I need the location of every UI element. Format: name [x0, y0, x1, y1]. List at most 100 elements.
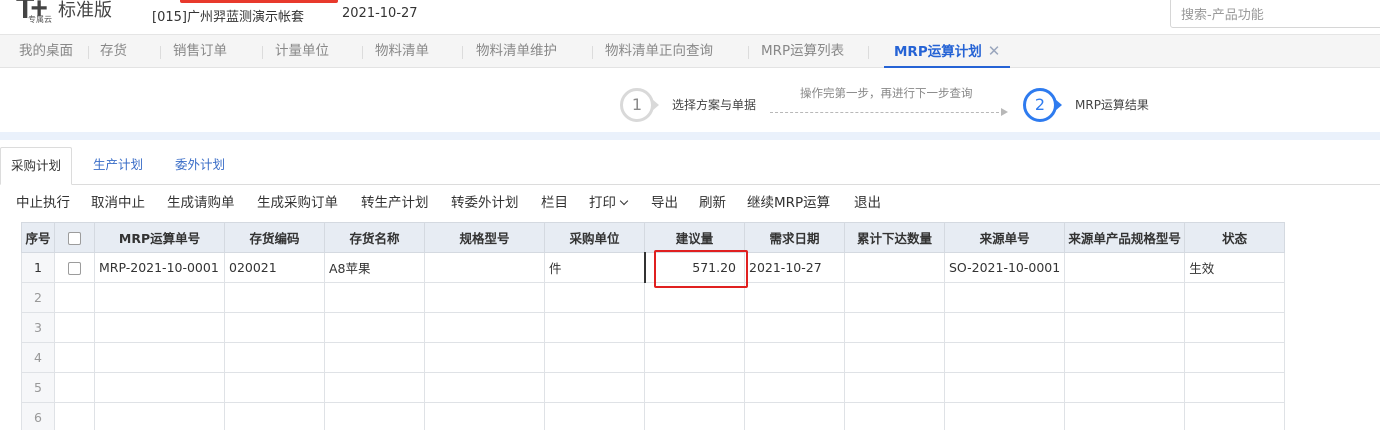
empty-cell[interactable] [424, 342, 545, 373]
empty-cell[interactable] [324, 282, 425, 313]
empty-cell[interactable] [544, 372, 645, 403]
tab-bom-maintenance[interactable]: 物料清单维护 [476, 35, 557, 68]
empty-cell[interactable] [424, 402, 545, 430]
empty-cell[interactable] [224, 402, 325, 430]
empty-cell[interactable] [54, 342, 95, 373]
to-outsourcing-plan-button[interactable]: 转委外计划 [451, 191, 519, 211]
tab-inventory[interactable]: 存货 [100, 35, 127, 68]
empty-cell[interactable] [544, 282, 645, 313]
empty-cell[interactable] [224, 312, 325, 343]
empty-cell[interactable] [324, 312, 425, 343]
row-checkbox[interactable] [68, 262, 81, 275]
col-header-source-no[interactable]: 来源单号 [943, 222, 1066, 253]
col-header-source-spec[interactable]: 来源单产品规格型号 [1064, 222, 1186, 253]
empty-cell[interactable] [943, 372, 1066, 403]
table-row[interactable]: 5 [21, 372, 1286, 403]
empty-cell[interactable] [844, 282, 945, 313]
empty-cell[interactable] [744, 282, 845, 313]
col-header-demand-date[interactable]: 需求日期 [744, 222, 845, 253]
empty-cell[interactable] [844, 402, 945, 430]
empty-cell[interactable] [1184, 342, 1286, 373]
account-set-name[interactable]: [015]广州羿蓝测演示帐套 [152, 6, 304, 25]
empty-cell[interactable] [424, 282, 545, 313]
col-header-unit[interactable]: 采购单位 [544, 222, 645, 253]
empty-cell[interactable] [94, 312, 225, 343]
print-button[interactable]: 打印 [589, 191, 629, 211]
cell-demand-date[interactable]: 2021-10-27 [744, 252, 845, 283]
empty-cell[interactable] [644, 282, 745, 313]
empty-cell[interactable] [94, 372, 225, 403]
empty-cell[interactable] [744, 402, 845, 430]
empty-cell[interactable] [94, 282, 225, 313]
col-header-status[interactable]: 状态 [1184, 222, 1286, 253]
table-row[interactable]: 1 MRP-2021-10-0001 020021 A8苹果 件 571.20 … [21, 252, 1286, 283]
cell-issued-qty[interactable] [844, 252, 945, 283]
cell-suggested-qty[interactable]: 571.20 [643, 252, 745, 283]
col-header-issued-qty[interactable]: 累计下达数量 [844, 222, 945, 253]
exit-button[interactable]: 退出 [854, 191, 881, 211]
empty-cell[interactable] [1184, 312, 1286, 343]
empty-cell[interactable] [844, 342, 945, 373]
cell-source-spec[interactable] [1064, 252, 1186, 283]
empty-cell[interactable] [1064, 402, 1186, 430]
empty-cell[interactable] [224, 282, 325, 313]
empty-cell[interactable] [1184, 282, 1286, 313]
empty-cell[interactable] [54, 282, 95, 313]
empty-cell[interactable] [94, 342, 225, 373]
col-header-inv-name[interactable]: 存货名称 [324, 222, 425, 253]
empty-cell[interactable] [943, 312, 1066, 343]
empty-cell[interactable] [1184, 372, 1286, 403]
refresh-button[interactable]: 刷新 [699, 191, 726, 211]
empty-cell[interactable] [1064, 312, 1186, 343]
cell-inv-code[interactable]: 020021 [224, 252, 325, 283]
tab-production-plan[interactable]: 生产计划 [83, 147, 153, 185]
empty-cell[interactable] [324, 342, 425, 373]
cell-unit[interactable]: 件 [544, 252, 645, 283]
tab-unit-of-measure[interactable]: 计量单位 [275, 35, 329, 68]
tab-my-desktop[interactable]: 我的桌面 [19, 35, 73, 68]
empty-cell[interactable] [943, 402, 1066, 430]
col-header-suggested-qty[interactable]: 建议量 [644, 222, 745, 253]
empty-cell[interactable] [324, 372, 425, 403]
tab-outsourcing-plan[interactable]: 委外计划 [165, 147, 235, 185]
empty-cell[interactable] [644, 342, 745, 373]
empty-cell[interactable] [644, 312, 745, 343]
empty-cell[interactable] [644, 402, 745, 430]
empty-cell[interactable] [224, 372, 325, 403]
create-purchase-order-button[interactable]: 生成采购订单 [257, 191, 338, 211]
empty-cell[interactable] [424, 312, 545, 343]
table-row[interactable]: 2 [21, 282, 1286, 313]
empty-cell[interactable] [1184, 402, 1286, 430]
empty-cell[interactable] [544, 312, 645, 343]
empty-cell[interactable] [1064, 342, 1186, 373]
export-button[interactable]: 导出 [651, 191, 678, 211]
cell-status[interactable]: 生效 [1184, 252, 1286, 283]
columns-button[interactable]: 栏目 [541, 191, 568, 211]
tab-bom-forward-query[interactable]: 物料清单正向查询 [605, 35, 713, 68]
search-input[interactable]: 搜索-产品功能 [1170, 0, 1380, 28]
tab-mrp-list[interactable]: MRP运算列表 [761, 35, 844, 68]
empty-cell[interactable] [54, 372, 95, 403]
empty-cell[interactable] [844, 372, 945, 403]
empty-cell[interactable] [544, 402, 645, 430]
cancel-suspend-button[interactable]: 取消中止 [91, 191, 145, 211]
empty-cell[interactable] [224, 342, 325, 373]
empty-cell[interactable] [744, 312, 845, 343]
empty-cell[interactable] [1064, 372, 1186, 403]
table-row[interactable]: 4 [21, 342, 1286, 373]
table-row[interactable]: 3 [21, 312, 1286, 343]
empty-cell[interactable] [943, 342, 1066, 373]
close-icon[interactable]: ✕ [988, 42, 1001, 60]
tab-mrp-plan[interactable]: MRP运算计划 ✕ [884, 35, 1011, 68]
empty-cell[interactable] [744, 342, 845, 373]
empty-cell[interactable] [844, 312, 945, 343]
empty-cell[interactable] [744, 372, 845, 403]
row-select-cell[interactable] [54, 252, 95, 283]
col-header-select[interactable] [54, 222, 95, 253]
col-header-inv-code[interactable]: 存货编码 [224, 222, 325, 253]
tab-bom[interactable]: 物料清单 [375, 35, 429, 68]
step-2-circle[interactable]: 2 [1023, 88, 1057, 122]
create-requisition-button[interactable]: 生成请购单 [167, 191, 235, 211]
tab-purchase-plan[interactable]: 采购计划 [0, 147, 73, 185]
cell-mrp-no[interactable]: MRP-2021-10-0001 [94, 252, 225, 283]
